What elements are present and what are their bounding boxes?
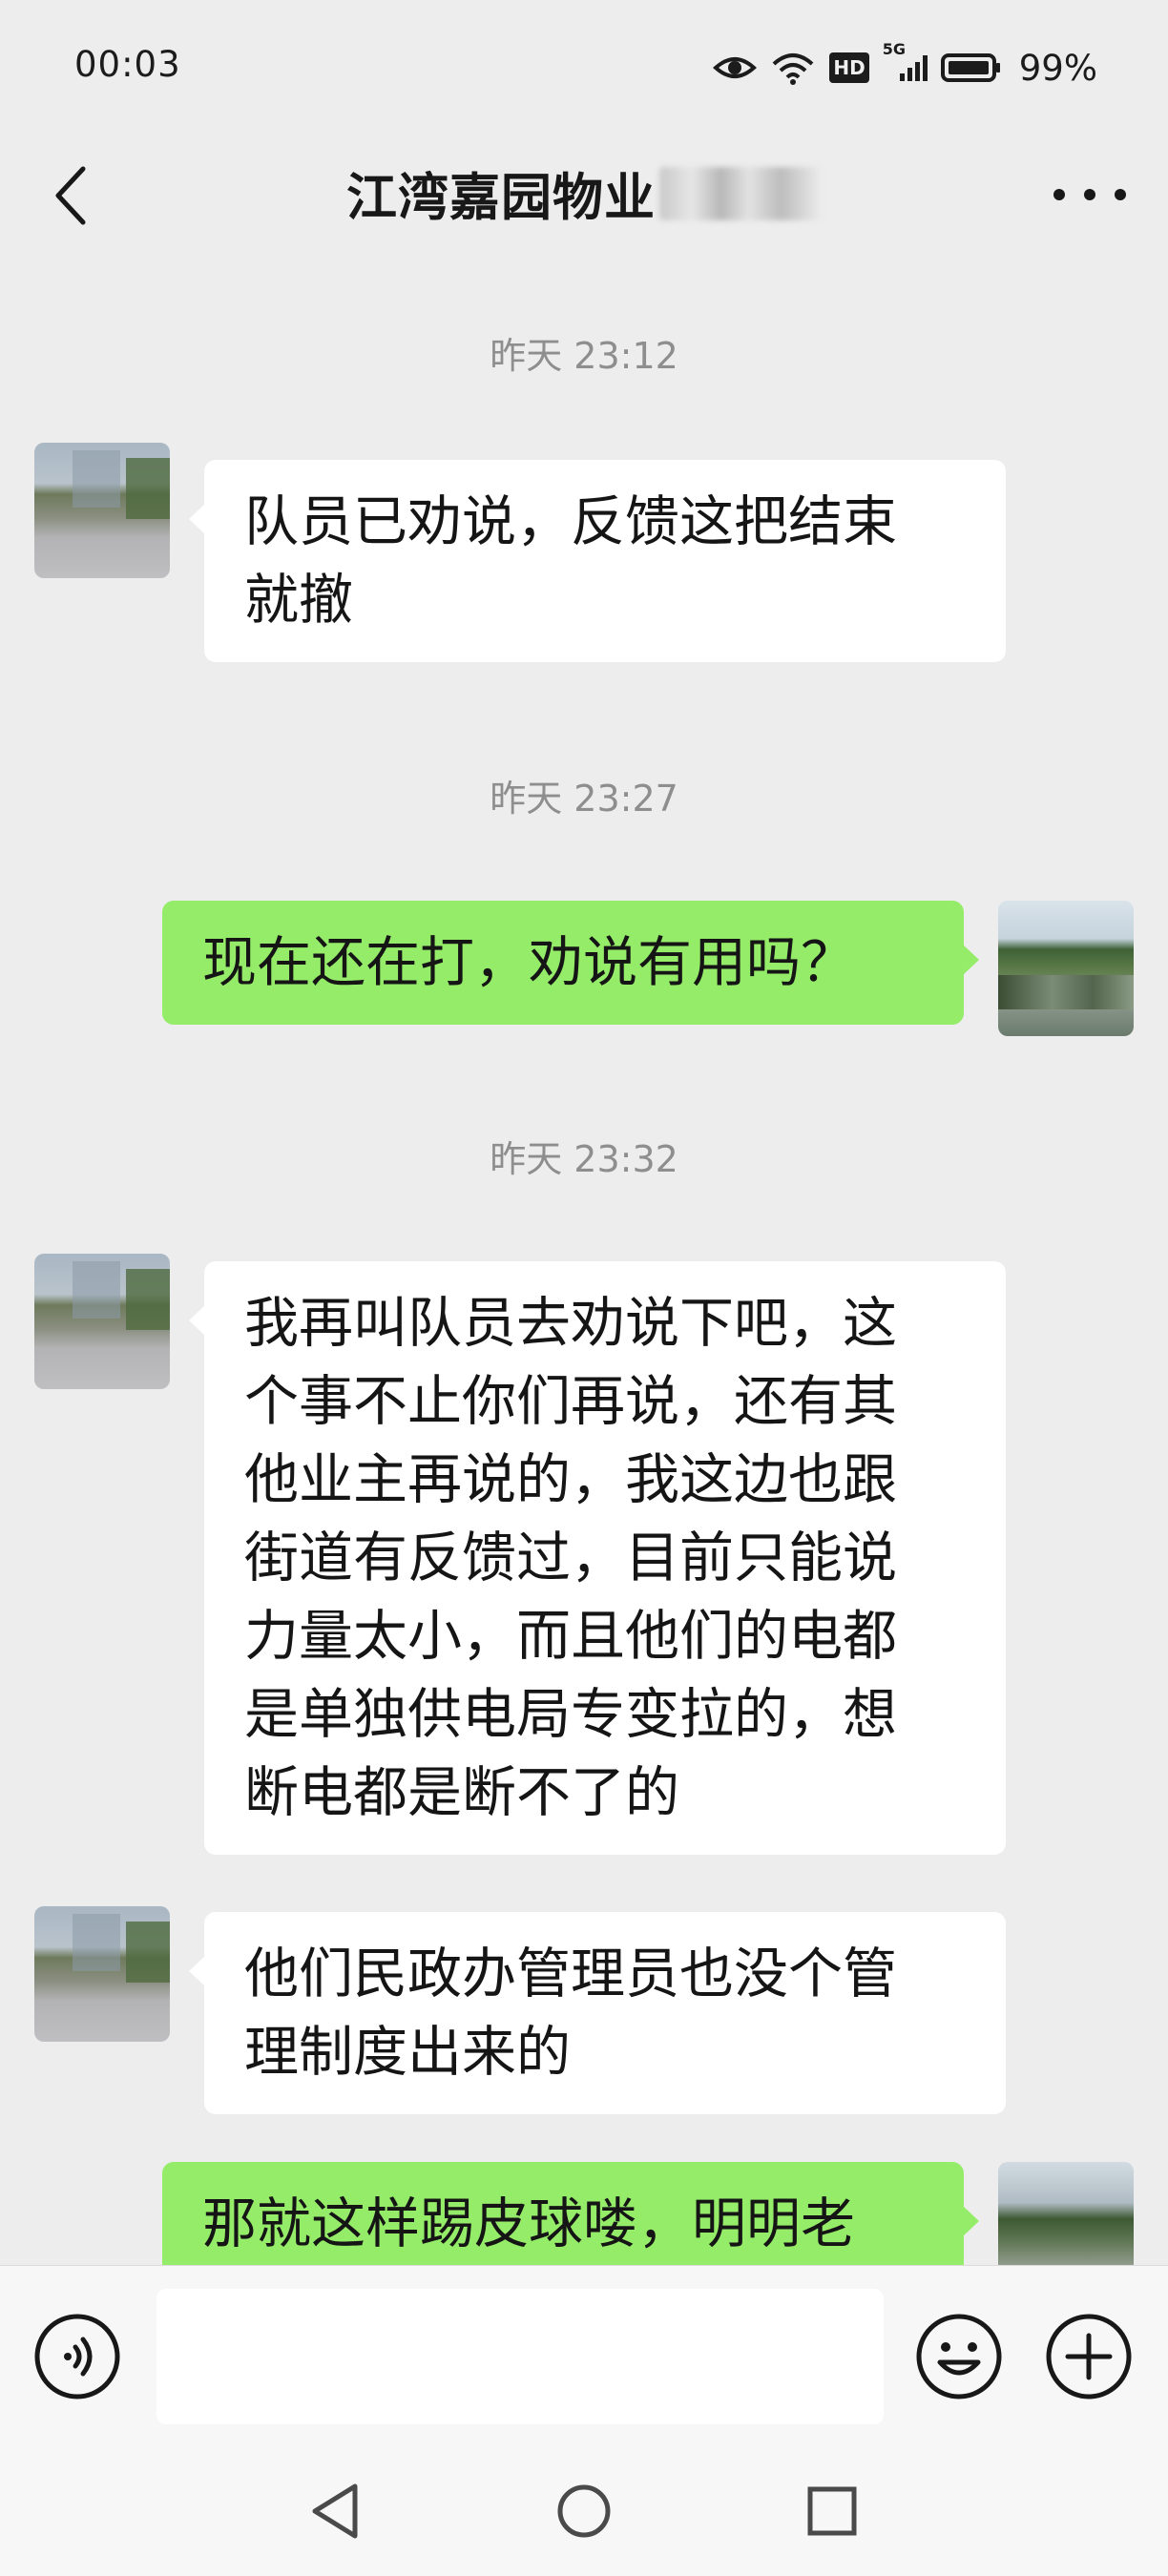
voice-icon (34, 2314, 120, 2399)
redacted-title-suffix (659, 167, 822, 220)
more-button[interactable] (1053, 166, 1126, 223)
triangle-back-icon (312, 2483, 358, 2539)
received-message-bubble[interactable]: 他们民政办管理员也没个管 理制度出来的 (189, 1912, 1006, 2114)
circle-home-icon (557, 2484, 611, 2538)
emoji-button[interactable] (914, 2312, 1004, 2401)
signal-5g-label: 5G (882, 39, 907, 58)
wifi-icon (773, 53, 814, 85)
hd-icon: HD (829, 52, 869, 83)
contact-avatar[interactable] (34, 1254, 170, 1389)
plus-icon (1046, 2314, 1132, 2399)
status-time: 00:03 (74, 44, 181, 85)
message-timestamp: 昨天 23:12 (490, 335, 678, 377)
eye-icon (713, 57, 758, 78)
status-icons: HD 5G 99% (713, 40, 1097, 92)
self-avatar[interactable] (998, 2162, 1134, 2265)
square-recent-icon (807, 2486, 857, 2536)
sent-message-bubble[interactable]: 那就这样踢皮球喽，明明老 (162, 2162, 979, 2265)
chat-header: 江湾嘉园物业 (0, 134, 1168, 258)
status-bar: 00:03 HD 5G 99% (0, 0, 1168, 134)
chat-title-wrap: 江湾嘉园物业 (0, 151, 1168, 237)
message-timestamp: 昨天 23:32 (490, 1138, 678, 1180)
message-text: 现在还在打，劝说有用吗？ (202, 931, 855, 994)
message-list[interactable]: 昨天 23:12 队员已劝说，反馈这把结束 就撤 昨天 23:27 现在还在打，… (0, 258, 1168, 2265)
ellipsis-icon (1115, 189, 1126, 200)
system-recent-button[interactable] (794, 2473, 870, 2549)
plus-button[interactable] (1044, 2312, 1134, 2401)
voice-button[interactable] (32, 2312, 122, 2401)
system-back-button[interactable] (298, 2473, 374, 2549)
battery-percent: 99% (1018, 47, 1097, 89)
battery-icon (940, 53, 1000, 82)
message-text: 我再叫队员去劝说下吧，这 个事不止你们再说，还有其 他业主再说的，我这边也跟 街… (244, 1292, 897, 1824)
ellipsis-icon (1084, 189, 1095, 200)
message-text: 队员已劝说，反馈这把结束 就撤 (244, 490, 897, 632)
received-message-bubble[interactable]: 我再叫队员去劝说下吧，这 个事不止你们再说，还有其 他业主再说的，我这边也跟 街… (189, 1261, 1006, 1855)
contact-avatar[interactable] (34, 443, 170, 578)
ellipsis-icon (1053, 189, 1065, 200)
sent-message-bubble[interactable]: 现在还在打，劝说有用吗？ (162, 901, 979, 1025)
message-timestamp: 昨天 23:27 (490, 778, 678, 820)
emoji-icon (916, 2314, 1002, 2399)
self-avatar[interactable] (998, 901, 1134, 1036)
contact-avatar[interactable] (34, 1906, 170, 2042)
message-text: 那就这样踢皮球喽，明明老 (202, 2192, 855, 2255)
message-text: 他们民政办管理员也没个管 理制度出来的 (244, 1942, 897, 2084)
received-message-bubble[interactable]: 队员已劝说，反馈这把结束 就撤 (189, 460, 1006, 662)
message-input[interactable] (156, 2289, 884, 2424)
input-bar (0, 2265, 1168, 2448)
chat-title: 江湾嘉园物业 (346, 169, 656, 227)
system-home-button[interactable] (546, 2473, 622, 2549)
signal-icon: 5G (883, 40, 928, 81)
system-navigation-bar (0, 2448, 1168, 2576)
